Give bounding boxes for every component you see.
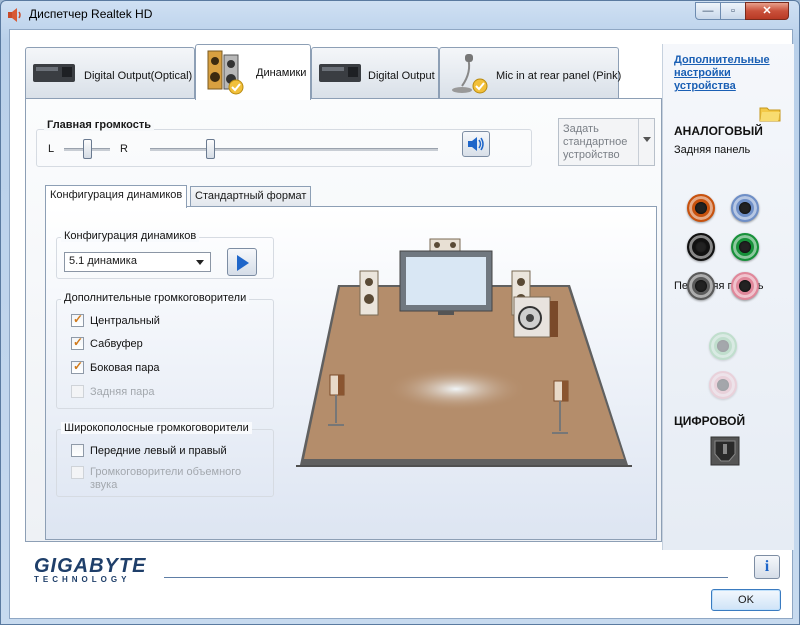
- divider: [164, 577, 728, 578]
- audio-jack-icon[interactable]: [731, 194, 759, 222]
- digital-device-icon: [33, 64, 75, 82]
- audio-jack-icon[interactable]: [687, 194, 715, 222]
- balance-right-label: R: [120, 143, 128, 155]
- checkbox-label: Громкоговорители объемного звука: [90, 466, 242, 491]
- checkbox-box: [71, 466, 84, 479]
- tab-mic-rear-pink[interactable]: Mic in at rear panel (Pink): [439, 47, 622, 99]
- tab-digital-output-optical[interactable]: Digital Output(Optical): [25, 47, 195, 99]
- tv-icon: [399, 250, 493, 315]
- front-left-speaker-icon: [359, 270, 379, 316]
- checkbox-label: Центральный: [90, 314, 160, 327]
- title-bar[interactable]: Диспетчер Realtek HD — ▫ ✕: [1, 1, 799, 29]
- balance-left-label: L: [48, 143, 55, 155]
- device-side-panel: Дополнительные настройки устройства АНАЛ…: [662, 44, 794, 550]
- set-default-device-label: Задать стандартное устройство: [563, 123, 628, 161]
- checkbox-box[interactable]: [71, 444, 84, 457]
- speaker-config-select[interactable]: 5.1 динамика: [64, 252, 211, 272]
- checkbox-subwoofer[interactable]: Сабвуфер: [71, 335, 143, 350]
- audio-jack-icon[interactable]: [731, 272, 759, 300]
- window-title: Диспетчер Realtek HD: [29, 7, 153, 21]
- speaker-tab-icon: [207, 50, 244, 95]
- microphone-icon: [452, 54, 488, 94]
- speaker-config-value: 5.1 динамика: [69, 255, 137, 267]
- audio-jack-icon[interactable]: [687, 233, 715, 261]
- analog-section-title: АНАЛОГОВЫЙ: [674, 124, 763, 138]
- ok-button-label: OK: [738, 594, 754, 606]
- audio-jack-icon[interactable]: [709, 332, 737, 360]
- checkbox-side-pair[interactable]: Боковая пара: [71, 359, 160, 374]
- speaker-config-group: Конфигурация динамиков 5.1 динамика: [56, 230, 274, 279]
- speaker-volume-icon: [468, 137, 484, 151]
- gigabyte-logo: GIGABYTE TECHNOLOGY: [34, 555, 146, 584]
- subwoofer-icon: [513, 296, 558, 338]
- checkbox-surround: Громкоговорители объемного звука: [71, 466, 261, 492]
- checkbox-box: [71, 385, 84, 398]
- extra-speakers-group: Дополнительные громкоговорители Централь…: [56, 292, 274, 409]
- checkbox-box[interactable]: [71, 359, 84, 374]
- minimize-button[interactable]: —: [695, 2, 721, 20]
- audio-jack-icon[interactable]: [687, 272, 715, 300]
- test-play-button[interactable]: [227, 248, 257, 276]
- checkbox-label: Боковая пара: [90, 361, 160, 374]
- volume-slider-thumb[interactable]: [206, 139, 216, 159]
- advanced-device-settings-link[interactable]: Дополнительные настройки устройства: [674, 54, 784, 93]
- tab-default-format[interactable]: Стандартный формат: [190, 186, 312, 207]
- speaker-app-icon: [8, 8, 21, 22]
- tab-speaker-configuration[interactable]: Конфигурация динамиков: [45, 185, 188, 208]
- checkbox-label: Сабвуфер: [90, 337, 143, 350]
- volume-track[interactable]: [150, 148, 438, 151]
- checkbox-label: Задняя пара: [90, 385, 155, 398]
- info-icon: i: [764, 558, 770, 575]
- digital-device-icon: [319, 64, 361, 82]
- speaker-config-panel: Конфигурация динамиков 5.1 динамика Допо…: [45, 206, 657, 540]
- audio-jack-icon[interactable]: [709, 371, 737, 399]
- checkbox-rear-pair: Задняя пара: [71, 385, 155, 398]
- optical-port-icon[interactable]: [710, 436, 740, 466]
- tab-digital-output[interactable]: Digital Output: [311, 47, 439, 99]
- rear-panel-label: Задняя панель: [674, 144, 751, 156]
- tab-label: Mic in at rear panel (Pink): [496, 70, 622, 82]
- checkbox-label: Передние левый и правый: [90, 444, 227, 457]
- tab-label: Digital Output: [368, 70, 435, 82]
- center-speaker-icon: [429, 238, 461, 252]
- client-area: Digital Output(Optical) Динамики Digital: [9, 29, 794, 619]
- speakers-tab-panel: Главная громкость L R Задать стандартное…: [25, 98, 662, 542]
- checkbox-front-left-right[interactable]: Передние левый и правый: [71, 444, 227, 457]
- fullrange-speakers-title: Широкополосные громкоговорители: [61, 422, 252, 434]
- speaker-config-title: Конфигурация динамиков: [61, 230, 200, 242]
- balance-slider-thumb[interactable]: [83, 139, 92, 159]
- digital-section-title: ЦИФРОВОЙ: [674, 414, 746, 428]
- checkbox-box[interactable]: [71, 312, 84, 327]
- maximize-button[interactable]: ▫: [720, 2, 746, 20]
- set-default-device-dropdown[interactable]: Задать стандартное устройство: [558, 118, 655, 166]
- tab-speakers[interactable]: Динамики: [195, 44, 311, 100]
- checkbox-center[interactable]: Центральный: [71, 312, 160, 327]
- close-button[interactable]: ✕: [745, 2, 789, 20]
- info-button[interactable]: i: [754, 555, 780, 579]
- audio-jack-icon[interactable]: [731, 233, 759, 261]
- speaker-room-illustration: [296, 238, 632, 467]
- realtek-window: Диспетчер Realtek HD — ▫ ✕ Digital Outpu…: [0, 0, 800, 625]
- tab-label: Конфигурация динамиков: [50, 189, 183, 201]
- mute-button[interactable]: [462, 131, 490, 157]
- tab-label: Динамики: [256, 67, 307, 79]
- extra-speakers-title: Дополнительные громкоговорители: [61, 292, 250, 304]
- tab-label: Digital Output(Optical): [84, 70, 193, 82]
- folder-icon[interactable]: [759, 104, 781, 122]
- tab-label: Стандартный формат: [195, 190, 307, 202]
- ok-button[interactable]: OK: [711, 589, 781, 611]
- brand-sub: TECHNOLOGY: [34, 575, 131, 584]
- fullrange-speakers-group: Широкополосные громкоговорители Передние…: [56, 422, 274, 497]
- main-volume-title: Главная громкость: [44, 119, 155, 131]
- chevron-down-icon: [638, 119, 654, 165]
- checkbox-box[interactable]: [71, 335, 84, 350]
